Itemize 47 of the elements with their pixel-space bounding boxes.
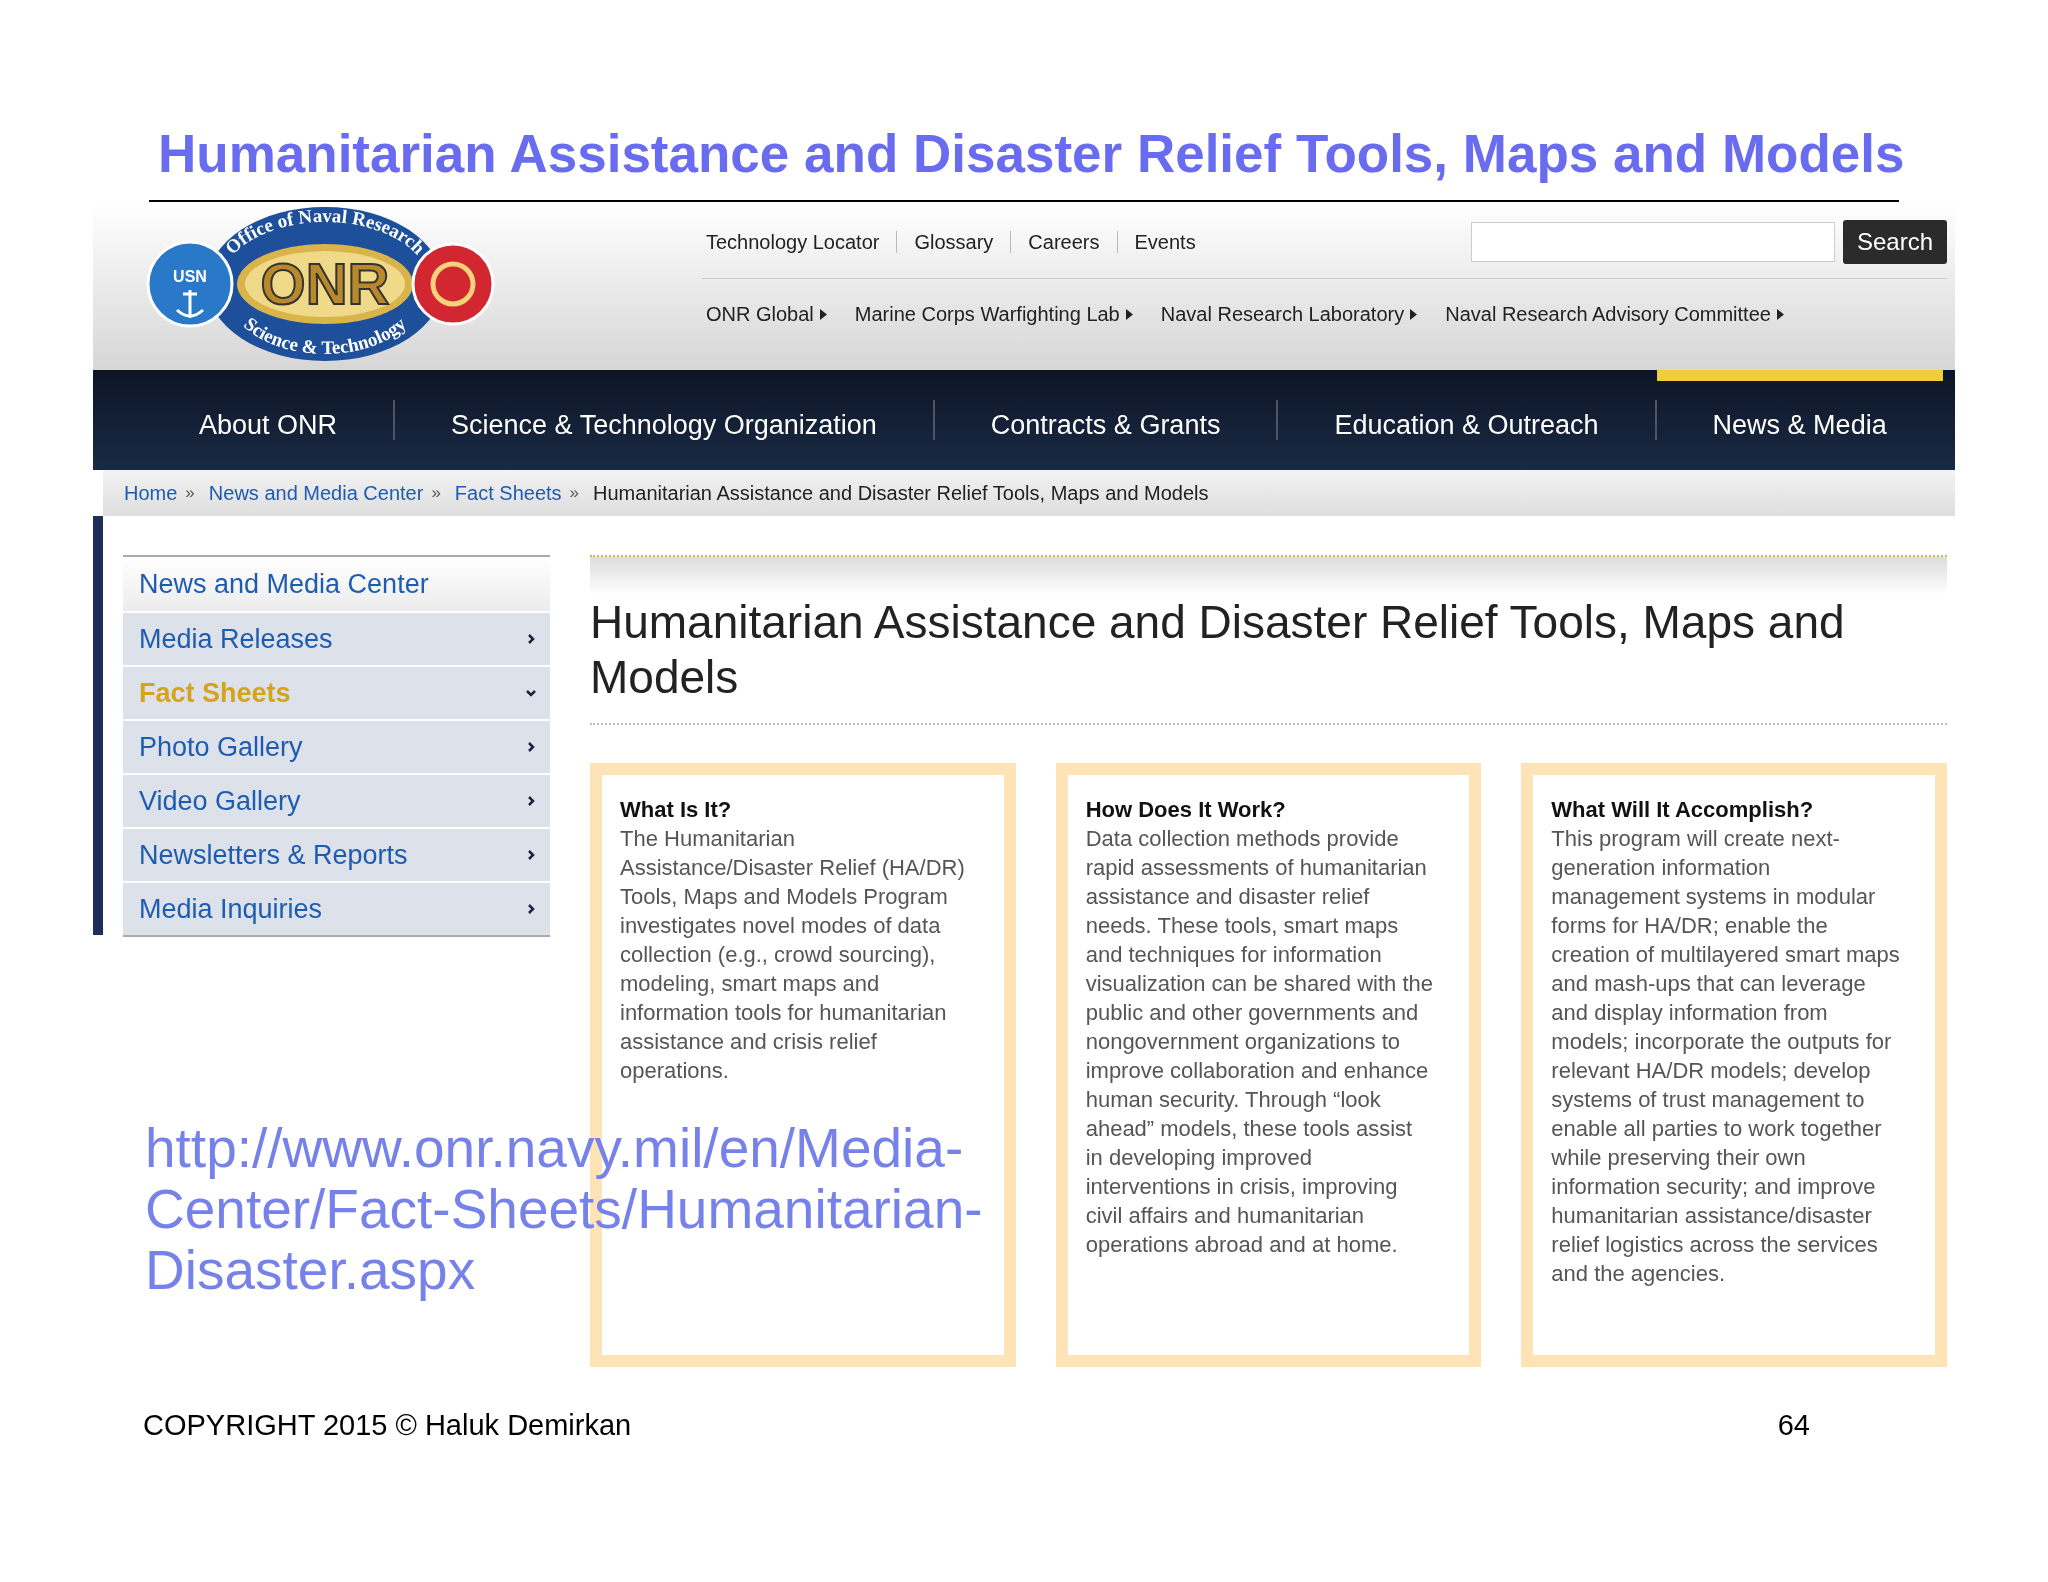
card-text: This program will create next-generation information management systems in modular forms for HA/DR; enable the creation of multilayered smart maps and mash-ups that can leverage and display information from models; incorporate the outputs for relevant HA/DR models; develop systems of trust management to enable all parties to work together while preserving their own information security; and improve humanitarian assistance/disaster relief logistics across the services and the agencies.	[1551, 825, 1901, 1288]
nav-tab[interactable]: Contracts & Grants	[934, 370, 1277, 470]
partner-link[interactable]: Marine Corps Warfighting Lab	[854, 299, 1133, 329]
utility-link[interactable]: Careers	[1028, 227, 1100, 257]
utility-link[interactable]: Events	[1134, 227, 1196, 257]
chevron-down-icon	[526, 688, 536, 698]
utility-link[interactable]: Technology Locator	[706, 227, 880, 257]
sidebar-item[interactable]: Video Gallery	[123, 775, 550, 827]
copyright-text: COPYRIGHT 2015 © Haluk Demirkan	[143, 1408, 632, 1443]
card-text: Data collection methods provide rapid assessments of humanitarian assistance and disaster relief needs. These tools, smart maps and techniques for information visualization can be shared with the public and other governments and nongovernment organizations to improve collaboration and enhance human security. Through “look ahead” models, these tools assist in developing improved interventions in crisis, improving civil affairs and humanitarian operations abroad and at home.	[1085, 825, 1434, 1259]
slide-title: Humanitarian Assistance and Disaster Relief Tools, Maps and Models	[158, 123, 1906, 185]
chevron-right-icon	[526, 634, 536, 644]
sidebar-item[interactable]: Photo Gallery	[123, 721, 550, 773]
sidebar-item[interactable]: Media Inquiries	[123, 883, 550, 935]
nav-tab[interactable]: About ONR	[143, 370, 394, 470]
card-heading: What Will It Accomplish?	[1551, 796, 1815, 824]
breadcrumb-separator: »	[569, 482, 580, 505]
partner-link[interactable]: ONR Global	[706, 299, 827, 329]
sidebar-item[interactable]: Media Releases	[123, 613, 550, 665]
utility-link[interactable]: Glossary	[914, 227, 994, 257]
chevron-right-icon	[526, 850, 536, 860]
chevron-right-icon	[526, 742, 536, 752]
breadcrumb-link[interactable]: Home	[124, 478, 178, 508]
card-heading: How Does It Work?	[1085, 796, 1287, 824]
chevron-right-icon	[526, 796, 536, 806]
breadcrumb-current: Humanitarian Assistance and Disaster Relief Tools, Maps and Models	[593, 481, 1209, 506]
triangle-right-icon	[1410, 308, 1418, 320]
breadcrumb-link[interactable]: News and Media Center	[208, 478, 424, 508]
chevron-right-icon	[526, 904, 536, 914]
page-title: Humanitarian Assistance and Disaster Relief Tools, Maps and Models	[590, 595, 1846, 705]
partner-link[interactable]: Naval Research Laboratory	[1160, 299, 1418, 329]
url-text: http://www.onr.navy.mil/en/Media-Center/Fact-Sheets/Humanitarian-Disaster.aspx	[145, 1118, 984, 1301]
search-field[interactable]	[1470, 222, 1835, 262]
breadcrumb-separator: »	[431, 482, 441, 505]
triangle-right-icon	[1125, 308, 1133, 320]
nav-tab[interactable]: Science & Technology Organization	[395, 370, 933, 470]
search-button[interactable]: Search	[1842, 220, 1947, 264]
triangle-right-icon	[819, 308, 827, 320]
nav-tab[interactable]: Education & Outreach	[1278, 370, 1655, 470]
triangle-right-icon	[1776, 308, 1784, 320]
breadcrumb-separator: »	[185, 482, 195, 505]
card-text: The Humanitarian Assistance/Disaster Relief (HA/DR) Tools, Maps and Models Program investigates novel modes of data collection (e.g., crowd sourcing), modeling, smart maps and information tools for humanitarian assistance and crisis relief operations.	[620, 825, 966, 1085]
page-number: 64	[1777, 1408, 1810, 1443]
card-heading: What Is It?	[620, 796, 733, 824]
sidebar-item[interactable]: Newsletters & Reports	[123, 829, 550, 881]
breadcrumb-link[interactable]: Fact Sheets	[454, 478, 562, 508]
partner-link[interactable]: Naval Research Advisory Committee	[1445, 299, 1784, 329]
